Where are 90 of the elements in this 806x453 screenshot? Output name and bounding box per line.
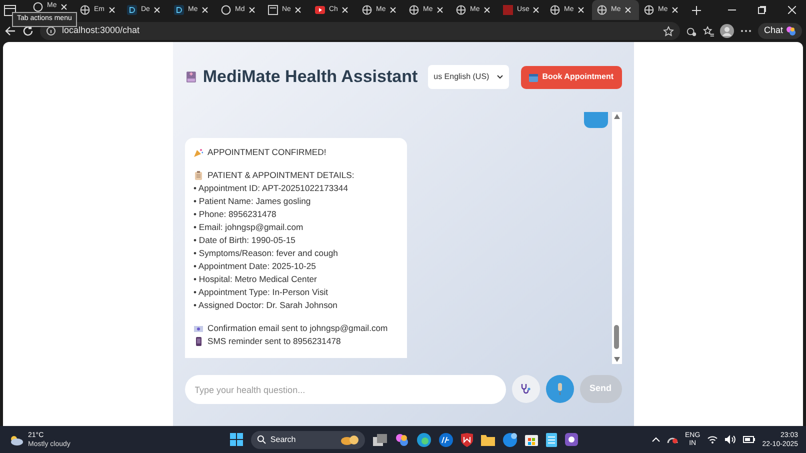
globe-icon bbox=[644, 5, 654, 15]
minimize-icon[interactable] bbox=[728, 9, 736, 11]
page-icon bbox=[268, 5, 278, 15]
globe-icon bbox=[80, 5, 90, 15]
app-title: MediMate Health Assistant bbox=[202, 66, 418, 88]
close-icon[interactable] bbox=[154, 7, 160, 13]
message-line: • Appointment ID: APT-20251022173344 bbox=[194, 182, 348, 195]
close-icon[interactable] bbox=[390, 7, 396, 13]
message-line: • Appointment Date: 2025-10-25 bbox=[194, 260, 316, 273]
globe-icon bbox=[362, 5, 372, 15]
address-bar[interactable]: localhost:3000/chat bbox=[40, 22, 680, 40]
globe-icon bbox=[456, 5, 466, 15]
refresh-icon[interactable] bbox=[22, 25, 34, 37]
envelope-icon bbox=[194, 324, 202, 333]
calendar-icon bbox=[529, 72, 538, 82]
start-icon[interactable] bbox=[230, 433, 244, 446]
food-icon bbox=[341, 434, 360, 444]
scroll-down-icon[interactable] bbox=[614, 357, 620, 362]
star-icon[interactable] bbox=[662, 26, 674, 36]
tab-actions-icon[interactable] bbox=[4, 4, 16, 16]
globe-icon bbox=[550, 5, 560, 15]
url-text: localhost:3000/chat bbox=[62, 24, 140, 38]
language-select[interactable]: us English (US) bbox=[428, 65, 510, 89]
new-tab-icon[interactable] bbox=[692, 6, 701, 14]
message-line: • Symptoms/Reason: fever and cough bbox=[194, 247, 338, 260]
close-icon[interactable] bbox=[248, 7, 255, 13]
profile-avatar[interactable] bbox=[720, 24, 734, 38]
party-icon bbox=[194, 148, 202, 157]
letter-icon bbox=[127, 5, 137, 15]
play-icon bbox=[315, 5, 325, 15]
extension-icon[interactable] bbox=[686, 26, 697, 36]
taskbar-search[interactable]: Search bbox=[251, 430, 366, 448]
stethoscope-button[interactable] bbox=[512, 375, 540, 403]
globe-icon bbox=[409, 5, 419, 15]
shield-icon[interactable] bbox=[461, 432, 474, 446]
stethoscope-icon bbox=[520, 383, 532, 395]
speaker-icon[interactable] bbox=[725, 435, 736, 444]
clipboard-icon bbox=[194, 171, 202, 180]
back-icon[interactable] bbox=[4, 25, 16, 37]
close-icon[interactable] bbox=[60, 4, 67, 10]
message-line: • Email: johngsp@gmail.com bbox=[194, 221, 304, 234]
task-view-icon[interactable] bbox=[373, 434, 388, 446]
message-line: Confirmation email sent to johngsp@gmail.com bbox=[208, 322, 388, 335]
battery-icon[interactable] bbox=[743, 436, 756, 443]
store-icon[interactable] bbox=[525, 433, 538, 446]
chevron-up-icon[interactable] bbox=[652, 437, 660, 442]
scrollbar-thumb[interactable] bbox=[614, 325, 619, 349]
close-icon[interactable] bbox=[342, 7, 348, 13]
close-icon[interactable] bbox=[484, 7, 490, 13]
info-icon bbox=[46, 26, 56, 36]
more-icon[interactable] bbox=[740, 29, 752, 33]
favorites-icon[interactable] bbox=[702, 26, 714, 36]
folder-icon[interactable] bbox=[481, 434, 496, 446]
close-icon[interactable] bbox=[672, 7, 678, 13]
message-input[interactable]: Type your health question... bbox=[184, 375, 506, 404]
message-line: • Phone: 8956231478 bbox=[194, 208, 276, 221]
square-icon bbox=[503, 5, 513, 15]
close-icon[interactable] bbox=[108, 7, 114, 13]
chevron-down-icon bbox=[497, 75, 504, 79]
close-icon[interactable] bbox=[578, 7, 584, 13]
close-icon[interactable] bbox=[788, 6, 796, 14]
scroll-up-icon[interactable] bbox=[614, 114, 620, 119]
close-icon[interactable] bbox=[294, 7, 301, 13]
app-icon[interactable] bbox=[565, 433, 578, 446]
restore-icon[interactable] bbox=[758, 6, 766, 14]
message-line: • Date of Birth: 1990-05-15 bbox=[194, 234, 296, 247]
microphone-icon bbox=[556, 383, 564, 395]
notepad-icon[interactable] bbox=[546, 432, 558, 446]
letter-icon bbox=[174, 5, 184, 15]
message-line: SMS reminder sent to 8956231478 bbox=[208, 335, 341, 348]
wifi-icon[interactable] bbox=[707, 435, 718, 444]
close-icon[interactable] bbox=[202, 7, 208, 13]
weather-icon bbox=[8, 434, 24, 446]
close-icon[interactable] bbox=[436, 7, 443, 13]
scrollbar[interactable] bbox=[612, 112, 622, 364]
close-icon[interactable] bbox=[533, 7, 540, 13]
user-message-bubble bbox=[584, 112, 608, 128]
globe-icon bbox=[597, 5, 607, 15]
message-line: PATIENT & APPOINTMENT DETAILS: bbox=[208, 169, 354, 182]
message-line: • Appointment Type: In-Person Visit bbox=[194, 286, 328, 299]
book-appointment-button[interactable]: Book Appointment bbox=[521, 66, 622, 88]
search-icon bbox=[257, 435, 266, 444]
message-line: • Patient Name: James gosling bbox=[194, 195, 311, 208]
hospital-icon bbox=[184, 69, 197, 85]
message-line: • Assigned Doctor: Dr. Sarah Johnson bbox=[194, 299, 338, 312]
chat-button[interactable]: Chat bbox=[758, 23, 802, 39]
close-icon[interactable] bbox=[624, 7, 631, 13]
message-line: APPOINTMENT CONFIRMED! bbox=[208, 146, 326, 159]
message-line: • Hospital: Metro Medical Center bbox=[194, 273, 317, 286]
phone-icon bbox=[194, 337, 202, 346]
